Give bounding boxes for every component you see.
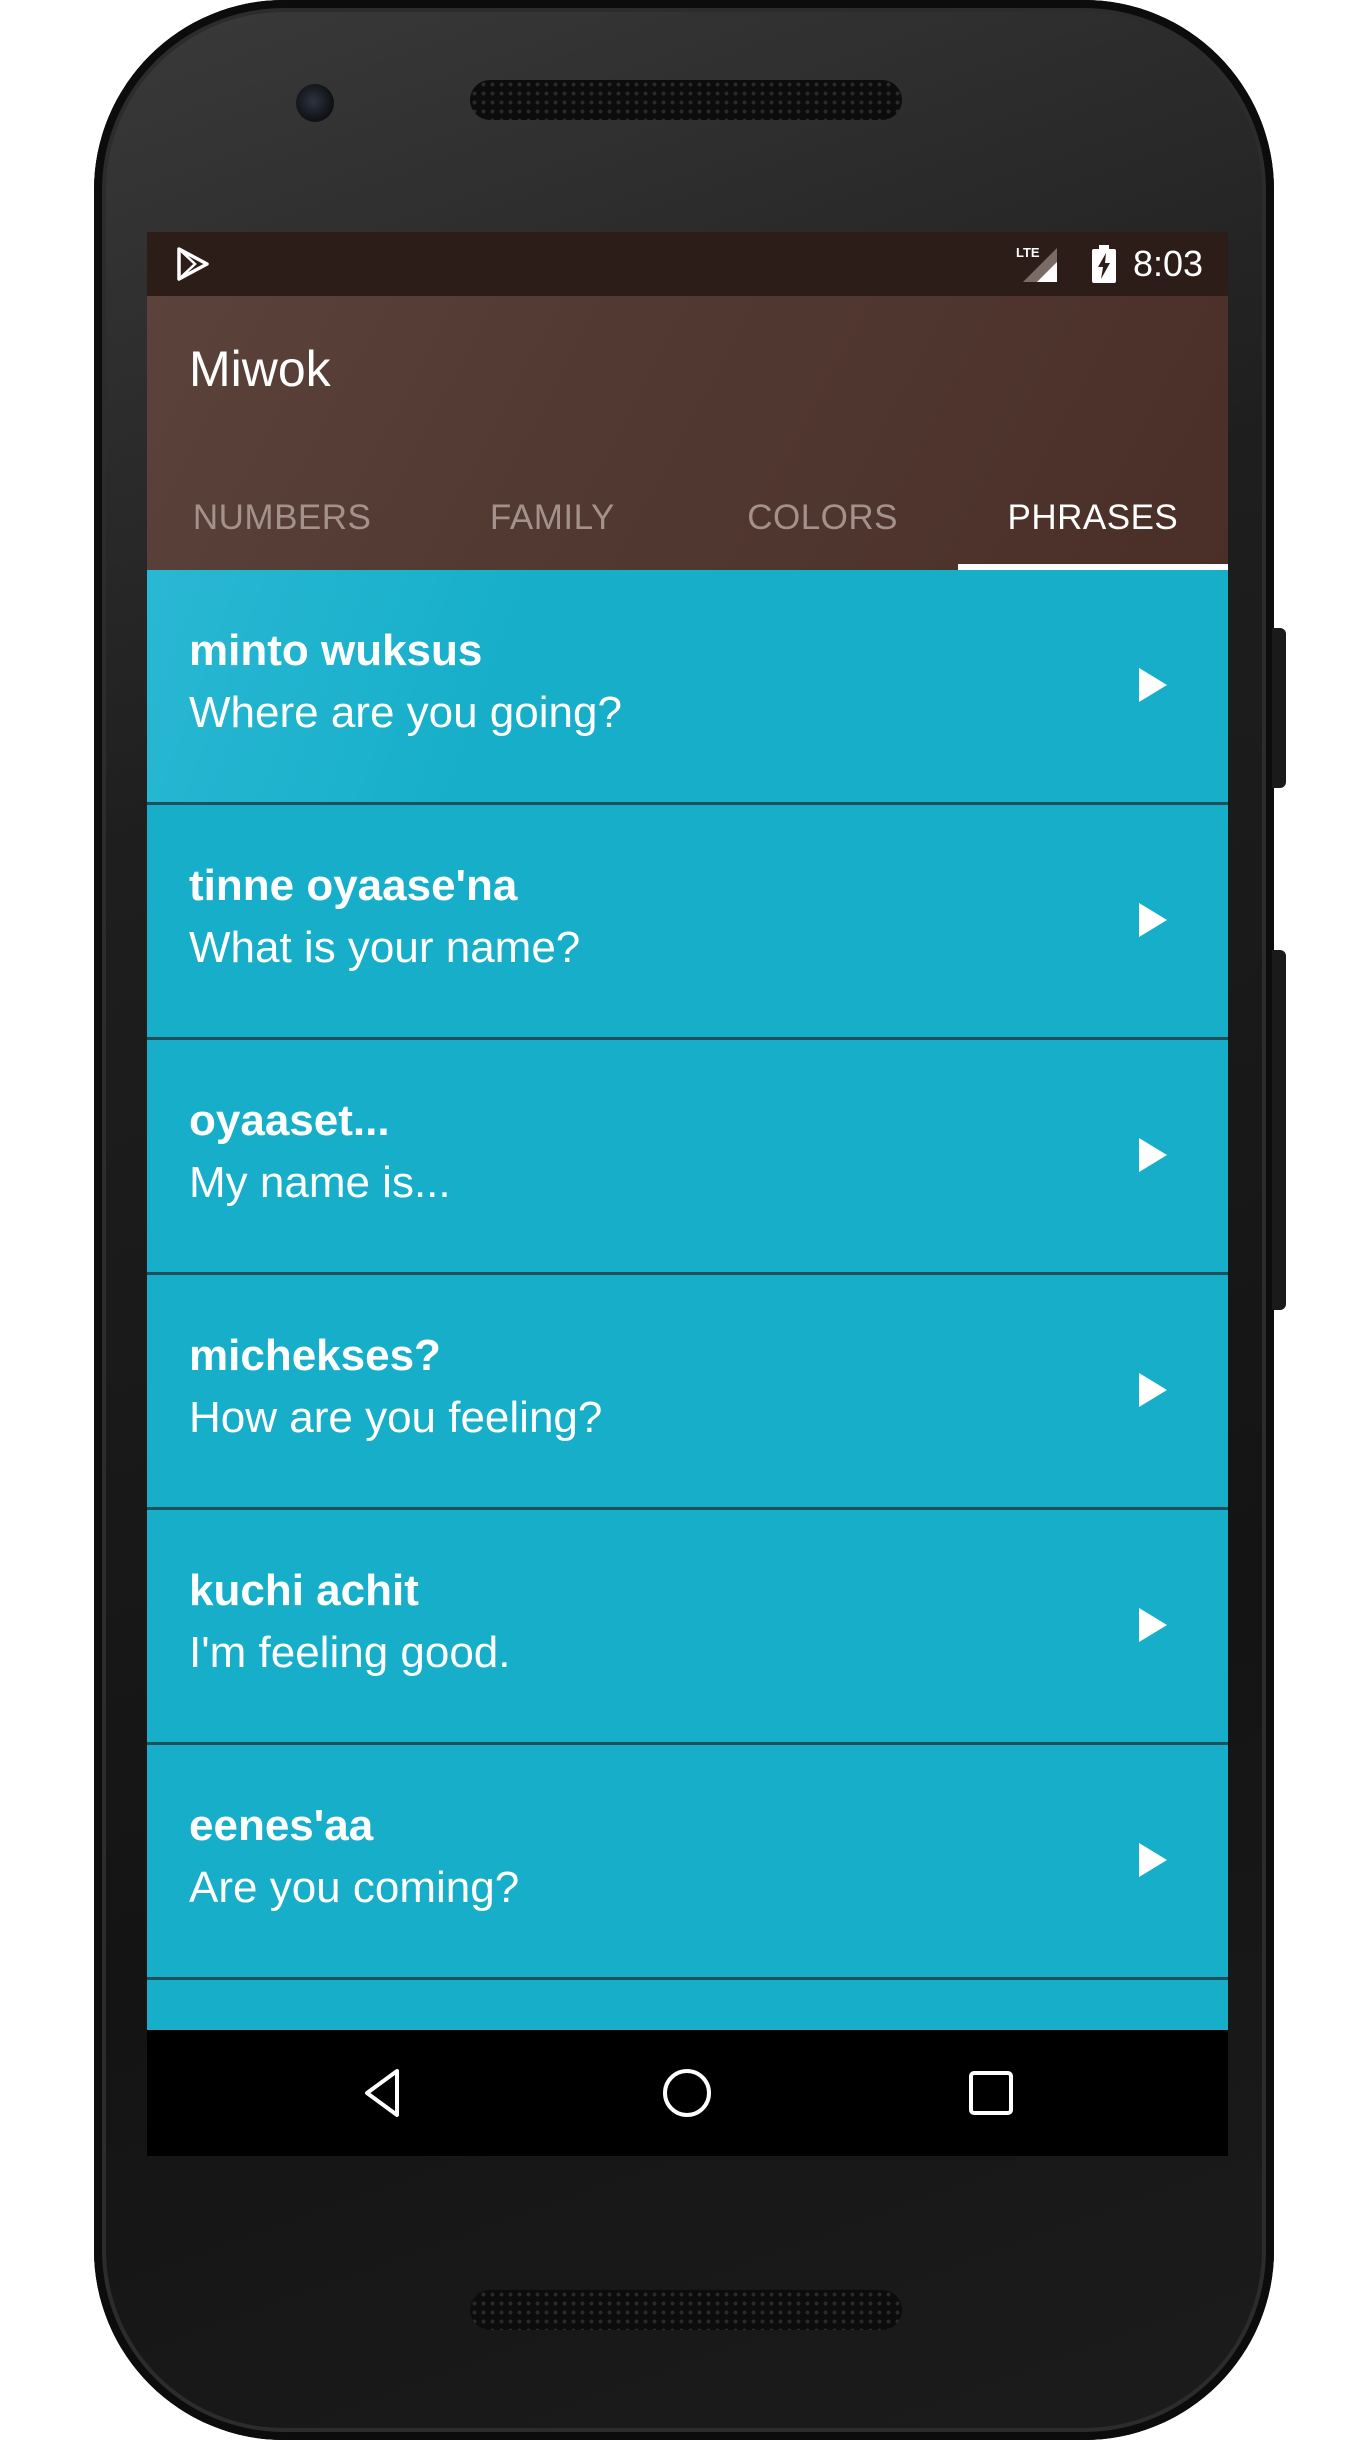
power-button: [1272, 628, 1286, 788]
status-bar: LTE 8:03: [147, 232, 1228, 296]
list-item[interactable]: oyaaset... My name is...: [147, 1040, 1228, 1275]
category-tabs: NUMBERS FAMILY COLORS PHRASES: [147, 466, 1228, 570]
miwok-phrase: michekses?: [189, 1331, 441, 1380]
app-title: Miwok: [189, 341, 331, 397]
tab-numbers[interactable]: NUMBERS: [147, 466, 417, 570]
play-icon[interactable]: [1139, 1608, 1167, 1642]
english-translation: What is your name?: [189, 923, 581, 972]
lte-signal-icon: LTE: [1016, 245, 1057, 282]
english-translation: Where are you going?: [189, 688, 622, 737]
list-item[interactable]: eenes'aa Are you coming?: [147, 1745, 1228, 1980]
english-translation: I'm feeling good.: [189, 1628, 511, 1677]
top-speaker-grille: [470, 80, 902, 120]
play-icon[interactable]: [1139, 1373, 1167, 1407]
english-translation: How are you feeling?: [189, 1393, 603, 1442]
phrases-list: minto wuksus Where are you going? tinne …: [147, 570, 1228, 1980]
navigation-bar: [147, 2030, 1228, 2156]
battery-charging-icon: [1092, 245, 1116, 283]
home-icon[interactable]: [657, 2063, 717, 2123]
list-item[interactable]: kuchi achit I'm feeling good.: [147, 1510, 1228, 1745]
play-icon[interactable]: [1139, 1843, 1167, 1877]
bottom-speaker-grille: [470, 2290, 902, 2330]
tab-family[interactable]: FAMILY: [417, 466, 687, 570]
miwok-phrase: kuchi achit: [189, 1566, 419, 1615]
network-label: LTE: [1016, 245, 1040, 260]
play-icon[interactable]: [1139, 1138, 1167, 1172]
play-icon[interactable]: [1139, 668, 1167, 702]
tab-colors[interactable]: COLORS: [688, 466, 958, 570]
back-icon[interactable]: [353, 2063, 413, 2123]
english-translation: My name is...: [189, 1158, 451, 1207]
miwok-phrase: eenes'aa: [189, 1801, 374, 1850]
miwok-phrase: tinne oyaase'na: [189, 861, 518, 910]
front-camera: [296, 84, 334, 122]
tab-phrases[interactable]: PHRASES: [957, 466, 1228, 570]
phone-screen: LTE 8:03 Miwok NUMBERS FAMILY COLORS PHR…: [147, 232, 1228, 2156]
list-item[interactable]: michekses? How are you feeling?: [147, 1275, 1228, 1510]
volume-buttons: [1272, 950, 1286, 1310]
status-time: 8:03: [1133, 243, 1204, 284]
english-translation: Are you coming?: [189, 1863, 520, 1912]
miwok-phrase: oyaaset...: [189, 1096, 390, 1145]
app-bar: Miwok NUMBERS FAMILY COLORS PHRASES: [147, 296, 1228, 570]
play-icon[interactable]: [1139, 903, 1167, 937]
play-store-icon: [177, 247, 209, 281]
list-item[interactable]: tinne oyaase'na What is your name?: [147, 805, 1228, 1040]
recents-icon[interactable]: [961, 2063, 1021, 2123]
list-item[interactable]: minto wuksus Where are you going?: [147, 570, 1228, 805]
miwok-phrase: minto wuksus: [189, 626, 483, 675]
